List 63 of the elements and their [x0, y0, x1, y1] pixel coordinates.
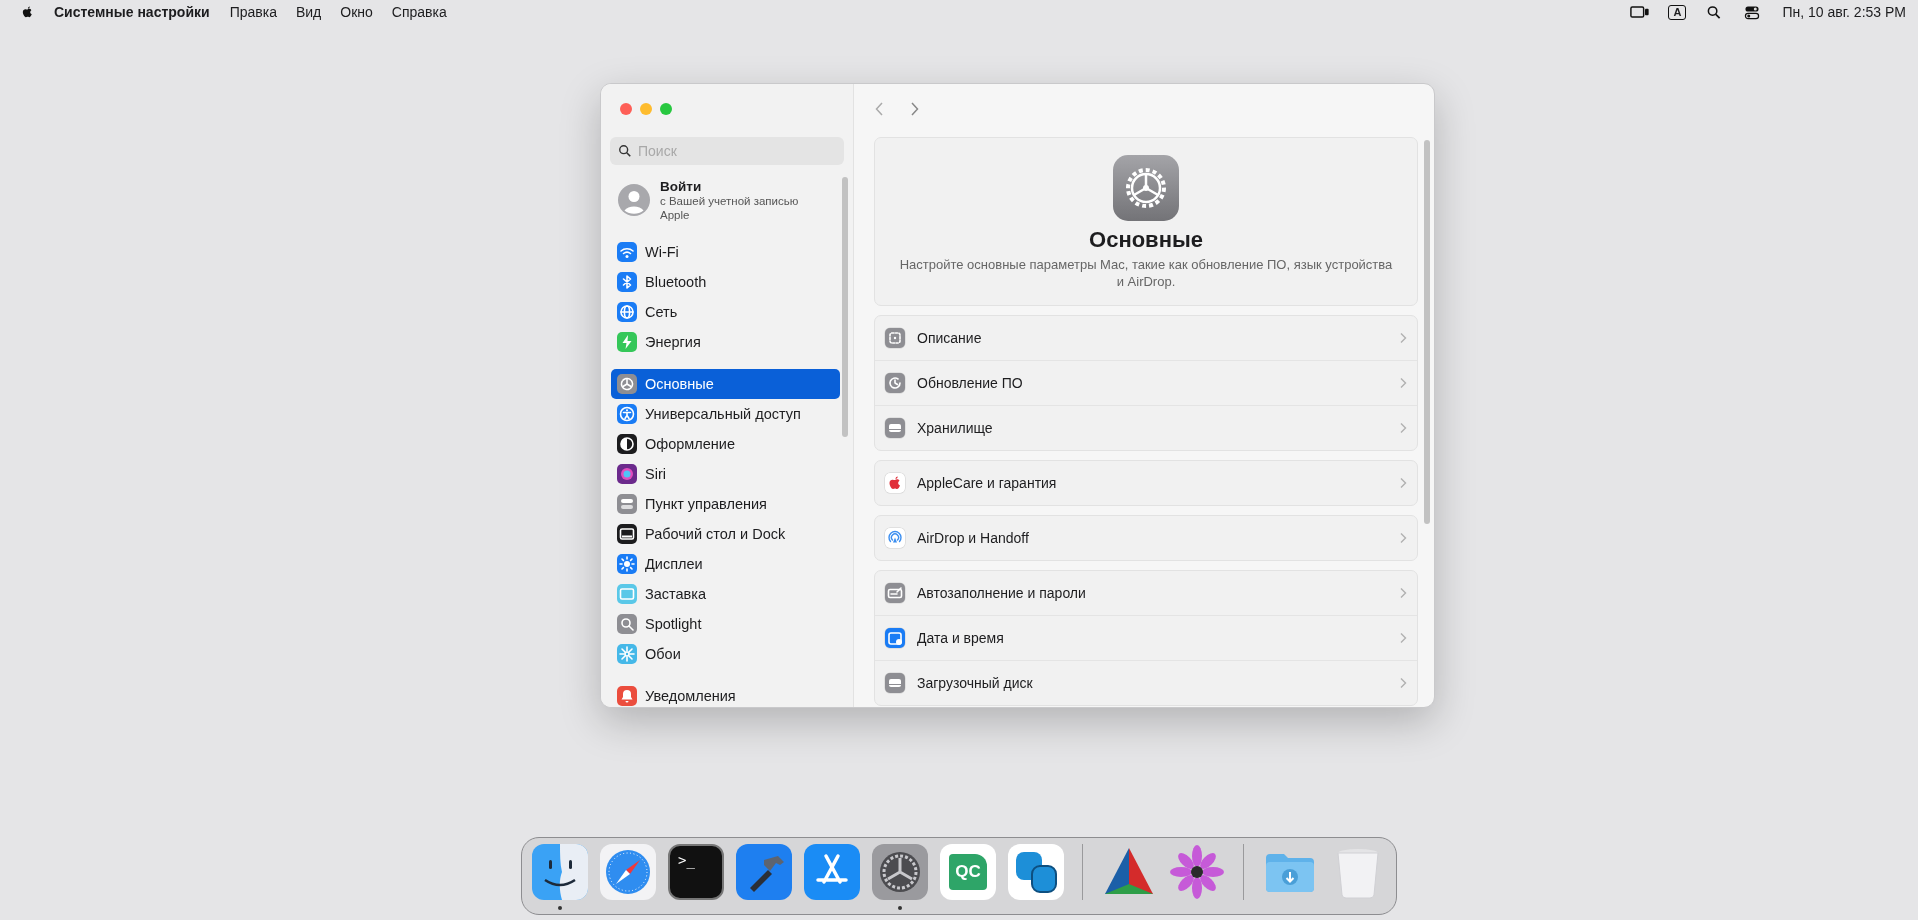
- settings-row[interactable]: AppleCare и гарантия: [875, 461, 1417, 505]
- scrollbar[interactable]: [1424, 140, 1430, 524]
- sidebar-item[interactable]: Siri: [611, 459, 840, 489]
- chevron-icon: [1399, 587, 1407, 599]
- chevron-icon: [1399, 632, 1407, 644]
- sidebar-item[interactable]: Дисплеи: [611, 549, 840, 579]
- menu-item[interactable]: Правка: [229, 4, 277, 20]
- settings-row[interactable]: Автозаполнение и пароли: [875, 571, 1417, 616]
- back-chevron-icon[interactable]: [874, 101, 886, 117]
- menu-bar-clock[interactable]: Пн, 10 авг. 2:53 PM: [1782, 4, 1906, 20]
- screen-mirroring-icon[interactable]: [1630, 4, 1651, 20]
- sidebar-item[interactable]: Заставка: [611, 579, 840, 609]
- page-description: Настройте основные параметры Mac, такие как обновление ПО, язык устройства и AirDrop.: [898, 256, 1394, 290]
- zoom-button[interactable]: [660, 103, 672, 115]
- settings-row[interactable]: Обновление ПО: [875, 361, 1417, 406]
- settings-app-icon[interactable]: [872, 844, 928, 900]
- settings-row[interactable]: Хранилище: [875, 406, 1417, 450]
- page-title: Основные: [1089, 227, 1203, 253]
- search-field[interactable]: Поиск: [610, 137, 844, 165]
- appstore-app-icon[interactable]: [804, 844, 860, 900]
- sidebar-item[interactable]: Wi-Fi: [611, 237, 840, 267]
- input-source-indicator[interactable]: A: [1668, 4, 1687, 20]
- safari-app-icon[interactable]: [600, 844, 656, 900]
- qc-logo-text: QC: [949, 854, 987, 890]
- search-icon: [618, 144, 632, 158]
- account-title: Войти: [660, 178, 703, 194]
- sidebar-item[interactable]: Сеть: [611, 297, 840, 327]
- terminal-prompt: >_: [678, 852, 695, 868]
- terminal-app-icon[interactable]: >_: [668, 844, 724, 900]
- chevron-icon: [1399, 332, 1407, 344]
- sidebar-item[interactable]: Bluetooth: [611, 267, 840, 297]
- scrollbar[interactable]: [842, 177, 848, 437]
- sidebar-item[interactable]: Обои: [611, 639, 840, 669]
- chevron-icon: [1399, 532, 1407, 544]
- menu-item[interactable]: Вид: [295, 4, 322, 20]
- settings-row[interactable]: Дата и время: [875, 616, 1417, 661]
- menu-item[interactable]: Справка: [391, 4, 447, 20]
- chevron-icon: [1399, 477, 1407, 489]
- sidebar-item[interactable]: Пункт управления: [611, 489, 840, 519]
- sidebar-item[interactable]: Рабочий стол и Dock: [611, 519, 840, 549]
- sidebar-item[interactable]: Spotlight: [611, 609, 840, 639]
- flower-app-icon[interactable]: [1169, 844, 1225, 900]
- sidebar-item[interactable]: Оформление: [611, 429, 840, 459]
- chevron-icon: [1399, 677, 1407, 689]
- sidebar-item[interactable]: Энергия: [611, 327, 840, 357]
- xcode-app-icon[interactable]: [736, 844, 792, 900]
- finder-app-icon[interactable]: [532, 844, 588, 900]
- settings-row[interactable]: Описание: [875, 316, 1417, 361]
- settings-row[interactable]: Загрузочный диск: [875, 661, 1417, 705]
- sidebar-item[interactable]: Уведомления: [611, 681, 840, 707]
- chevron-icon: [1399, 377, 1407, 389]
- sidebar-item[interactable]: Основные: [611, 369, 840, 399]
- avatar-icon: [618, 184, 650, 216]
- account-sign-in[interactable]: Войти с Вашей учетной записью Apple: [611, 175, 840, 225]
- sidebar-item[interactable]: Универсальный доступ: [611, 399, 840, 429]
- account-subtitle: с Вашей учетной записью Apple: [660, 193, 800, 222]
- settings-row[interactable]: AirDrop и Handoff: [875, 516, 1417, 560]
- menu-item[interactable]: Окно: [340, 4, 373, 20]
- app-menu[interactable]: Системные настройки: [54, 4, 210, 20]
- close-button[interactable]: [620, 103, 632, 115]
- gear-icon: [1113, 155, 1179, 221]
- chevron-icon: [1399, 422, 1407, 434]
- forward-chevron-icon[interactable]: [908, 101, 920, 117]
